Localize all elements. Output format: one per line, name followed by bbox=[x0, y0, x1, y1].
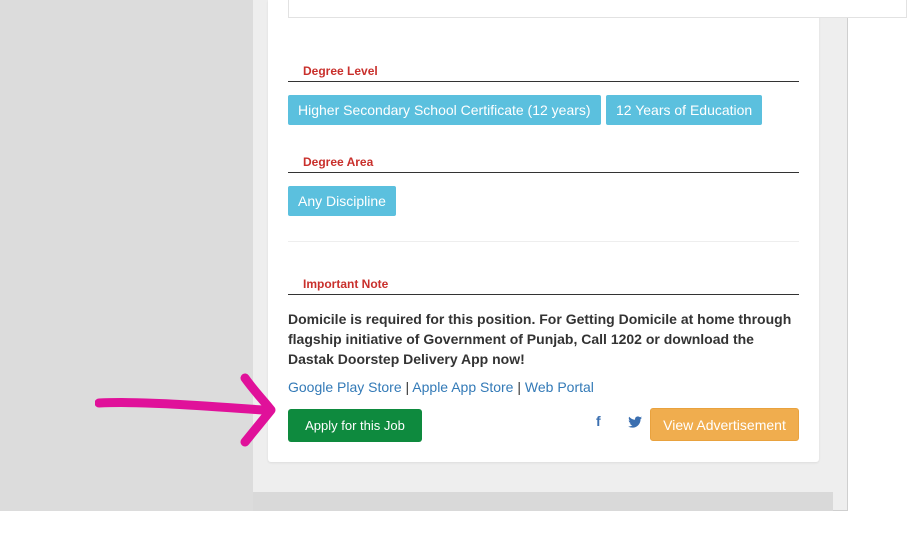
apply-for-job-button[interactable]: Apply for this Job bbox=[288, 409, 422, 442]
panel-footer-strip bbox=[253, 492, 833, 511]
link-separator: | bbox=[513, 379, 525, 395]
twitter-icon[interactable] bbox=[628, 415, 642, 431]
degree-level-heading: Degree Level bbox=[288, 58, 799, 82]
important-note-title: Important Note bbox=[303, 277, 389, 291]
apple-app-store-link[interactable]: Apple App Store bbox=[412, 379, 513, 395]
important-note-text: Domicile is required for this position. … bbox=[288, 311, 792, 367]
degree-level-tag-12-years[interactable]: 12 Years of Education bbox=[606, 95, 763, 125]
arrow-annotation-icon bbox=[95, 373, 276, 447]
degree-area-tag-any-discipline[interactable]: Any Discipline bbox=[288, 186, 396, 216]
google-play-store-link[interactable]: Google Play Store bbox=[288, 379, 402, 395]
twitter-bird-icon bbox=[628, 416, 642, 428]
degree-level-tag-hssc[interactable]: Higher Secondary School Certificate (12 … bbox=[288, 95, 601, 125]
previous-section-box bbox=[288, 0, 907, 18]
view-advertisement-button[interactable]: View Advertisement bbox=[650, 408, 799, 441]
degree-area-heading: Degree Area bbox=[288, 149, 799, 173]
important-note-heading: Important Note bbox=[288, 271, 799, 295]
domicile-links: Google Play Store | Apple App Store | We… bbox=[288, 379, 594, 395]
section-divider bbox=[288, 241, 799, 242]
facebook-icon[interactable]: f bbox=[596, 413, 601, 429]
degree-area-title: Degree Area bbox=[303, 155, 374, 169]
degree-level-title: Degree Level bbox=[303, 64, 378, 78]
link-separator: | bbox=[401, 379, 413, 395]
web-portal-link[interactable]: Web Portal bbox=[525, 379, 594, 395]
